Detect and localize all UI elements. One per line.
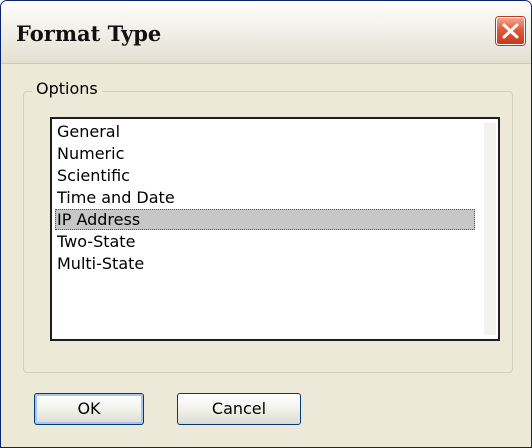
close-icon	[502, 23, 519, 39]
list-item-two-state[interactable]: Two-State	[55, 231, 475, 252]
list-item-numeric[interactable]: Numeric	[55, 143, 475, 164]
dialog-title: Format Type	[16, 21, 162, 46]
format-type-listbox[interactable]: General Numeric Scientific Time and Date…	[50, 117, 500, 341]
list-item-multi-state[interactable]: Multi-State	[55, 253, 475, 274]
list-item-ip-address[interactable]: IP Address	[55, 209, 475, 230]
close-button[interactable]	[496, 17, 525, 45]
cancel-button[interactable]: Cancel	[177, 393, 301, 425]
ok-button[interactable]: OK	[34, 393, 144, 425]
list-item-general[interactable]: General	[55, 121, 475, 142]
format-type-dialog: Format Type Options General Numeric Scie…	[0, 0, 532, 448]
list-item-scientific[interactable]: Scientific	[55, 165, 475, 186]
listbox-scrollbar[interactable]	[484, 123, 496, 335]
title-bar[interactable]: Format Type	[1, 1, 531, 64]
list-item-time-and-date[interactable]: Time and Date	[55, 187, 475, 208]
options-legend: Options	[32, 79, 102, 98]
